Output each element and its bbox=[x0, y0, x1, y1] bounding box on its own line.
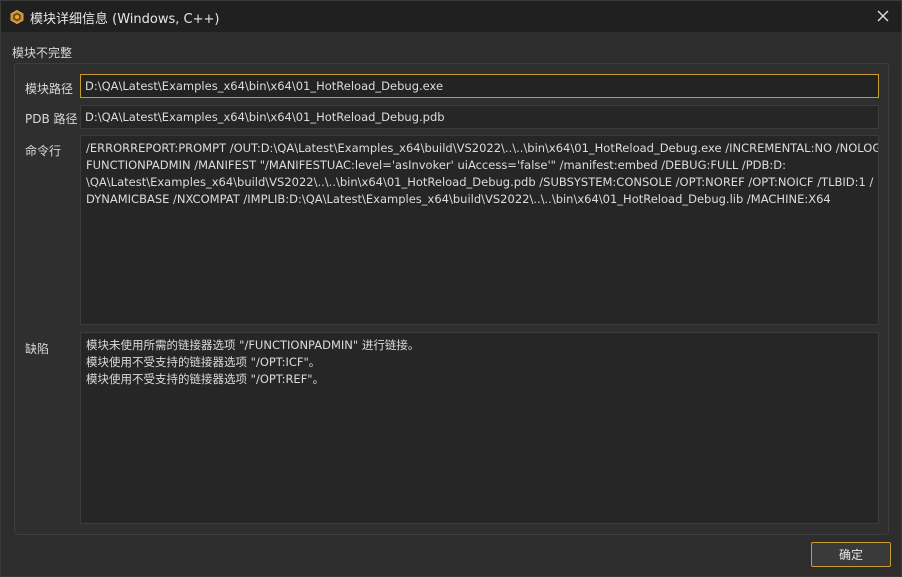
hexagon-logo-icon bbox=[10, 9, 24, 24]
defects-textarea[interactable]: 模块未使用所需的链接器选项 "/FUNCTIONPADMIN" 进行链接。 模块… bbox=[80, 332, 879, 524]
window-title: 模块详细信息 (Windows, C++) bbox=[30, 12, 220, 27]
pdb-path-label: PDB 路径 bbox=[25, 112, 78, 126]
defect-item: 模块使用不受支持的链接器选项 "/OPT:ICF"。 bbox=[86, 355, 321, 369]
pdb-path-field[interactable]: D:\QA\Latest\Examples_x64\bin\x64\01_Hot… bbox=[80, 105, 879, 129]
close-button[interactable] bbox=[871, 5, 895, 27]
command-line-textarea[interactable]: /ERRORREPORT:PROMPT /OUT:D:\QA\Latest\Ex… bbox=[80, 135, 879, 325]
command-line-label: 命令行 bbox=[25, 144, 62, 158]
ok-button[interactable]: 确定 bbox=[811, 542, 891, 567]
module-details-dialog: 模块详细信息 (Windows, C++) 模块不完整 模块路径 D:\QA\L… bbox=[0, 0, 902, 577]
close-icon bbox=[877, 7, 889, 26]
command-line-text: DYNAMICBASE /NXCOMPAT /IMPLIB:D:\QA\Late… bbox=[86, 192, 831, 206]
command-line-text: \QA\Latest\Examples_x64\build\VS2022\..\… bbox=[86, 175, 874, 189]
defect-item: 模块使用不受支持的链接器选项 "/OPT:REF"。 bbox=[86, 372, 325, 386]
module-path-label: 模块路径 bbox=[25, 82, 74, 96]
title-bar[interactable]: 模块详细信息 (Windows, C++) bbox=[1, 1, 901, 32]
defect-item: 模块未使用所需的链接器选项 "/FUNCTIONPADMIN" 进行链接。 bbox=[86, 338, 420, 352]
module-path-field[interactable]: D:\QA\Latest\Examples_x64\bin\x64\01_Hot… bbox=[80, 74, 879, 98]
command-line-text: FUNCTIONPADMIN /MANIFEST "/MANIFESTUAC:l… bbox=[86, 158, 787, 172]
group-title: 模块不完整 bbox=[12, 46, 73, 60]
defects-label: 缺陷 bbox=[25, 342, 50, 356]
command-line-text: /ERRORREPORT:PROMPT /OUT:D:\QA\Latest\Ex… bbox=[86, 141, 879, 155]
